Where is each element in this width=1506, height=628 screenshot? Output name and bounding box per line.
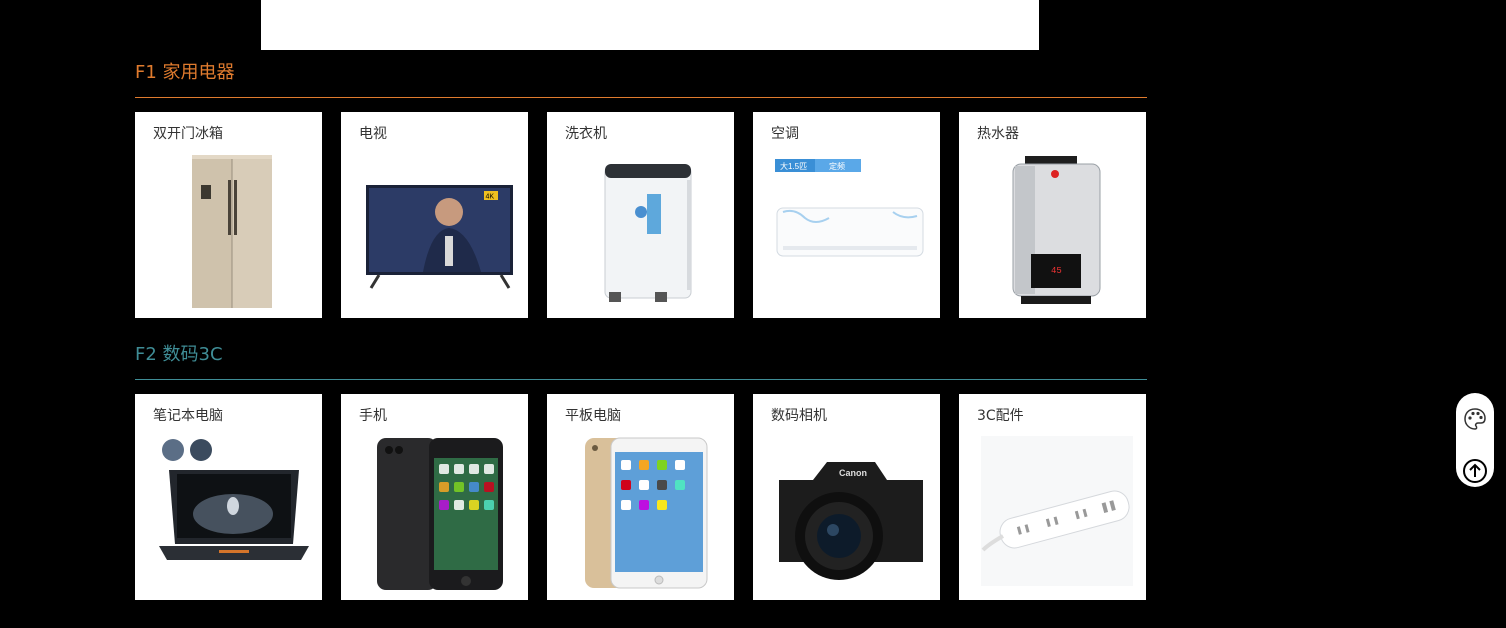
product-label: 笔记本电脑 [153,408,223,424]
product-label: 3C配件 [977,408,1024,424]
tv-image: 4K [366,185,513,289]
product-card-air-conditioner[interactable]: 空调 大1.5匹 定频 [753,112,940,318]
camera-image: Canon [779,462,923,580]
floor-title-appliances: F1 家用电器 [135,62,235,83]
product-card-phone[interactable]: 手机 [341,394,528,600]
phone-image [377,438,503,590]
digital-grid: 笔记本电脑 手机 平板电脑 数码相机 Canon 3C配件 [135,394,1146,600]
product-card-washing-machine[interactable]: 洗衣机 [547,112,734,318]
floor-divider [135,97,1147,98]
product-card-laptop[interactable]: 笔记本电脑 [135,394,322,600]
product-label: 热水器 [977,126,1019,142]
product-card-tablet[interactable]: 平板电脑 [547,394,734,600]
palette-icon[interactable] [1461,405,1489,433]
ac-tag-type: 定频 [829,161,845,171]
floor-divider [135,379,1147,380]
product-label: 手机 [359,408,387,424]
side-toolbar [1456,393,1494,487]
product-label: 空调 [771,126,799,142]
camera-brand: Canon [839,468,867,478]
power-strip-image [981,436,1133,586]
washing-machine-image [604,164,692,302]
product-label: 数码相机 [771,408,827,424]
floor-title-digital: F2 数码3C [135,344,223,365]
laptop-image [159,439,309,560]
refrigerator-image [192,155,272,308]
top-banner [261,0,1039,50]
product-label: 平板电脑 [565,408,621,424]
air-conditioner-image: 大1.5匹 定频 [775,159,924,257]
svg-text:45: 45 [1051,266,1062,276]
product-card-accessories[interactable]: 3C配件 [959,394,1146,600]
water-heater-image: 45 [1012,156,1101,304]
tablet-image [585,437,708,589]
back-to-top-icon[interactable] [1461,457,1489,485]
product-card-refrigerator[interactable]: 双开门冰箱 [135,112,322,318]
tv-4k-badge: 4K [486,194,495,201]
product-label: 洗衣机 [565,126,607,142]
ac-tag-power: 大1.5匹 [780,161,807,171]
appliance-grid: 双开门冰箱 电视 4K 洗衣机 空调 大1.5匹 定频 热水器 45 [135,112,1146,318]
product-label: 电视 [359,126,387,142]
product-card-tv[interactable]: 电视 4K [341,112,528,318]
product-card-camera[interactable]: 数码相机 Canon [753,394,940,600]
product-card-water-heater[interactable]: 热水器 45 [959,112,1146,318]
product-label: 双开门冰箱 [153,126,223,142]
